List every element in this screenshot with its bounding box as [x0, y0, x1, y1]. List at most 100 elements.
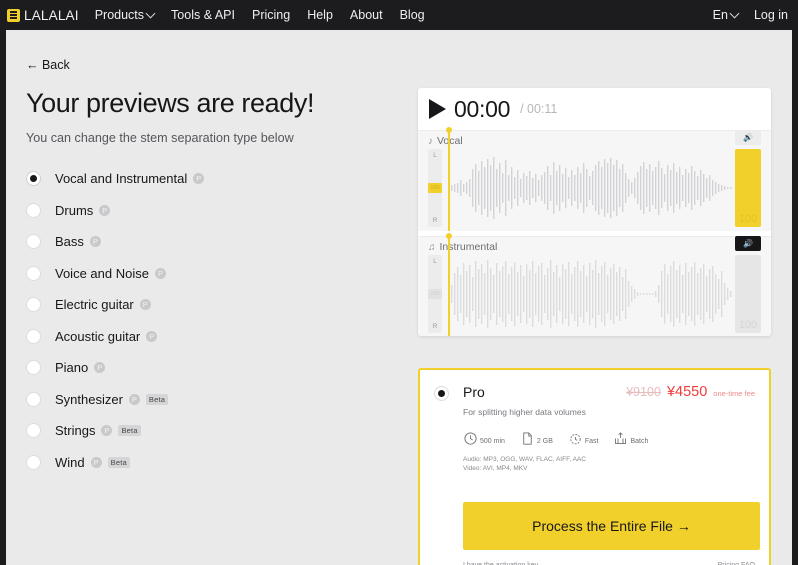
pan-left-label: L: [433, 152, 437, 159]
music-note-icon: ♫: [428, 241, 436, 253]
nav-item-help[interactable]: Help: [307, 8, 333, 22]
current-time: 00:00: [454, 95, 511, 122]
language-selector-label: En: [712, 8, 728, 22]
radio-pro-plan[interactable]: [434, 386, 449, 401]
pro-badge-icon: P: [146, 330, 158, 342]
radio-wind[interactable]: [26, 454, 41, 470]
track-instrumental: ♫ Instrumental 🔊 L 100 R 100: [418, 233, 771, 336]
clock-icon: [464, 432, 477, 445]
page-body: ← Back Your previews are ready! You can …: [6, 30, 792, 565]
track-vocal: ♪ Vocal 🔊 L 100 R: [418, 127, 771, 231]
track-vocal-volume-value: 100: [738, 213, 758, 225]
option-label: Voice and Noise: [55, 265, 149, 281]
playhead-cursor[interactable]: [446, 127, 452, 231]
track-instrumental-pan-slider[interactable]: L 100 R: [428, 255, 442, 333]
track-vocal-volume-slider[interactable]: 100: [735, 149, 761, 227]
language-selector[interactable]: En: [712, 8, 740, 22]
page-subtitle: You can change the stem separation type …: [26, 131, 294, 145]
track-vocal-pan-slider[interactable]: L 100 R: [428, 149, 442, 227]
feature-duration: 500 min: [463, 431, 505, 446]
track-vocal-waveform[interactable]: [448, 149, 733, 227]
radio-voice-and-noise[interactable]: [26, 265, 41, 281]
pro-badge-icon: P: [193, 173, 205, 185]
radio-bass[interactable]: [26, 234, 41, 250]
chevron-down-icon: [729, 8, 740, 18]
nav-item-products[interactable]: Products: [94, 8, 156, 22]
feature-duration-label: 500 min: [480, 438, 505, 445]
option-vocal-and-instrumental[interactable]: Vocal and Instrumental P: [26, 163, 401, 195]
brand-logo[interactable]: LALALAI: [7, 8, 79, 23]
pro-badge-icon: P: [99, 204, 111, 216]
option-drums[interactable]: Drums P: [26, 195, 401, 227]
option-acoustic-guitar[interactable]: Acoustic guitar P: [26, 321, 401, 353]
pro-badge-icon: P: [90, 456, 102, 468]
feature-speed: Fast: [568, 431, 599, 446]
pro-plan-name: Pro: [463, 384, 485, 400]
page-title: Your previews are ready!: [26, 88, 315, 118]
supported-formats: Audio: MP3, OGG, WAV, FLAC, AIFF, AAC Vi…: [463, 456, 769, 473]
track-vocal-title: ♪ Vocal: [428, 135, 463, 147]
option-synthesizer[interactable]: Synthesizer P Beta: [26, 384, 401, 416]
track-vocal-mute-button[interactable]: 🔊: [735, 130, 761, 145]
back-link[interactable]: ← Back: [26, 58, 70, 72]
brand-name: LALALAI: [24, 7, 79, 23]
option-bass[interactable]: Bass P: [26, 226, 401, 258]
radio-synthesizer[interactable]: [26, 391, 41, 407]
pan-knob[interactable]: 100: [428, 289, 442, 299]
pan-left-label: L: [433, 258, 437, 265]
pro-badge-icon: P: [101, 425, 113, 437]
option-label: Strings: [55, 423, 96, 439]
login-button[interactable]: Log in: [754, 8, 788, 22]
speaker-muted-icon: 🔊: [743, 238, 753, 248]
option-voice-and-noise[interactable]: Voice and Noise P: [26, 258, 401, 290]
radio-vocal-and-instrumental[interactable]: [26, 171, 41, 187]
feature-batch: Batch: [613, 431, 648, 446]
radio-acoustic-guitar[interactable]: [26, 328, 41, 344]
radio-piano[interactable]: [26, 360, 41, 376]
track-instrumental-volume-slider[interactable]: 100: [735, 255, 761, 333]
option-label: Electric guitar: [55, 297, 134, 313]
nav-item-blog[interactable]: Blog: [400, 8, 425, 22]
process-entire-file-button[interactable]: Process the Entire File →: [463, 502, 760, 550]
nav-item-products-label: Products: [94, 8, 145, 22]
pro-card-header: Pro ¥9100 ¥4550 one-time fee: [420, 370, 769, 401]
pan-knob[interactable]: 100: [428, 183, 442, 193]
option-label: Bass: [55, 234, 84, 250]
nav-item-about[interactable]: About: [350, 8, 383, 22]
nav-item-pricing[interactable]: Pricing: [252, 8, 290, 22]
track-instrumental-mute-button[interactable]: 🔊: [735, 236, 761, 251]
pro-plan-card[interactable]: Pro ¥9100 ¥4550 one-time fee For splitti…: [418, 368, 771, 565]
option-label: Wind: [55, 454, 85, 470]
app-root: LALALAI Products Tools & API Pricing Hel…: [0, 0, 798, 565]
track-instrumental-volume-value: 100: [738, 319, 758, 331]
pro-badge-icon: P: [139, 299, 151, 311]
pan-right-label: R: [432, 217, 438, 224]
nav-right-group: En Log in: [713, 8, 788, 22]
playhead-cursor[interactable]: [446, 233, 452, 336]
feature-filesize-label: 2 GB: [536, 438, 553, 445]
speaker-on-icon: 🔊: [743, 132, 753, 142]
radio-drums[interactable]: [26, 202, 41, 218]
beta-badge: Beta: [145, 393, 169, 405]
radio-electric-guitar[interactable]: [26, 297, 41, 313]
track-instrumental-waveform[interactable]: [448, 255, 733, 333]
nav-item-tools-api[interactable]: Tools & API: [171, 8, 235, 22]
radio-strings[interactable]: [26, 423, 41, 439]
batch-icon: [615, 432, 627, 444]
option-piano[interactable]: Piano P: [26, 352, 401, 384]
option-label: Piano: [55, 360, 89, 376]
price-group: ¥9100 ¥4550 one-time fee: [626, 384, 755, 400]
play-button-icon[interactable]: [429, 99, 446, 119]
stem-type-option-list: Vocal and Instrumental P Drums P Bass P …: [26, 163, 401, 478]
preview-player-card: 00:00 / 00:11 ♪ Vocal 🔊 L 100 R: [418, 88, 771, 336]
option-strings[interactable]: Strings P Beta: [26, 415, 401, 447]
total-time: / 00:11: [520, 102, 558, 116]
formats-audio: Audio: MP3, OGG, WAV, FLAC, AIFF, AAC: [463, 456, 586, 463]
option-wind[interactable]: Wind P Beta: [26, 447, 401, 479]
beta-badge: Beta: [118, 425, 141, 437]
beta-badge: Beta: [107, 456, 130, 468]
top-navbar: LALALAI Products Tools & API Pricing Hel…: [0, 0, 798, 30]
option-electric-guitar[interactable]: Electric guitar P: [26, 289, 401, 321]
feature-speed-label: Fast: [584, 438, 599, 445]
nav-links: Products Tools & API Pricing Help About …: [95, 8, 425, 22]
